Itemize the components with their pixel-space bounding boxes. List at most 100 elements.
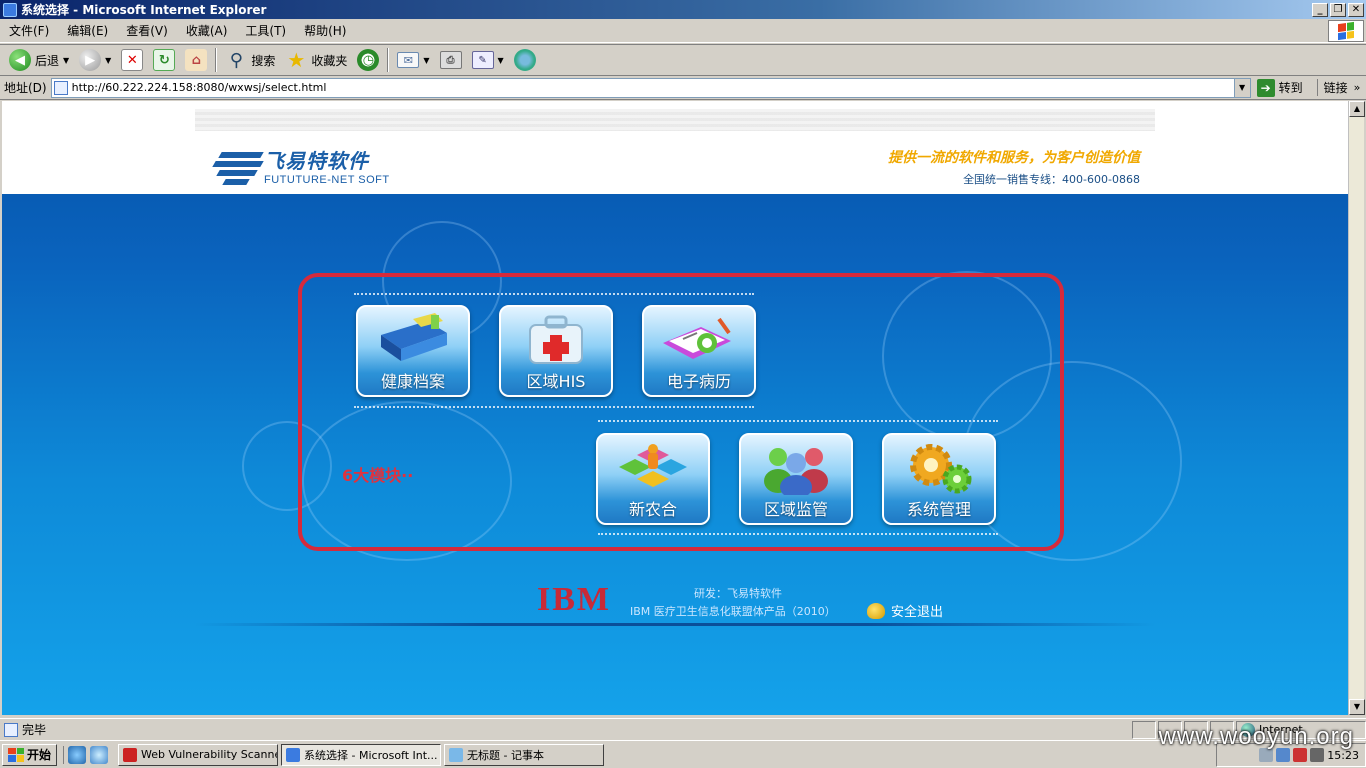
gears-icon — [910, 444, 972, 494]
search-icon: ⚲ — [229, 49, 243, 71]
home-button[interactable]: ⌂ — [180, 46, 212, 74]
home-icon: ⌂ — [185, 49, 208, 71]
close-button[interactable]: ✕ — [1348, 2, 1364, 17]
history-button[interactable]: ◷ — [352, 46, 384, 74]
ibm-logo: IBM — [537, 583, 617, 617]
site-header: 飞易特软件 FUTUTURE-NET SOFT 提供一流的软件和服务，为客户创造… — [2, 101, 1348, 194]
module-system-management[interactable]: 系统管理 — [882, 433, 996, 525]
module-label: 新农合 — [628, 500, 677, 519]
module-label: 区域监管 — [763, 500, 828, 519]
favorites-label: 收藏夹 — [311, 53, 348, 68]
dotted-divider — [354, 293, 754, 295]
favorites-button[interactable]: ★ 收藏夹 — [280, 46, 352, 74]
back-arrow-icon: ◀ — [9, 49, 31, 71]
company-slogan: 提供一流的软件和服务，为客户创造价值 — [888, 150, 1140, 166]
company-logo: 飞易特软件 FUTUTURE-NET SOFT — [210, 145, 390, 186]
chevron-down-icon[interactable]: ▼ — [423, 56, 429, 65]
logout-link[interactable]: 安全退出 — [867, 601, 943, 620]
status-text: 完毕 — [22, 723, 47, 737]
quick-launch — [63, 745, 112, 764]
logout-label: 安全退出 — [891, 605, 944, 620]
address-url[interactable]: http://60.222.224.158:8080/wxwsj/select.… — [72, 81, 327, 94]
forward-button[interactable]: ▶ ▼ — [74, 46, 116, 74]
start-button[interactable]: 开始 — [2, 743, 58, 766]
developer-credit: 研发：飞易特软件 — [694, 587, 782, 600]
menu-favorites[interactable]: 收藏(A) — [177, 22, 237, 39]
menu-help[interactable]: 帮助(H) — [295, 22, 355, 39]
windows-flag-icon — [8, 747, 24, 762]
module-label: 区域HIS — [526, 372, 586, 391]
go-label: 转到 — [1278, 81, 1303, 95]
menu-view[interactable]: 查看(V) — [117, 22, 177, 39]
back-label: 后退 — [35, 53, 60, 68]
module-emr[interactable]: 电子病历 — [642, 305, 756, 397]
start-label: 开始 — [27, 748, 52, 762]
medical-record-icon — [663, 317, 731, 359]
chevron-down-icon[interactable]: ▼ — [105, 56, 111, 65]
back-button[interactable]: ◀ 后退 ▼ — [4, 46, 74, 74]
toolbar-separator — [387, 48, 390, 72]
module-regional-supervision[interactable]: 区域监管 — [739, 433, 853, 525]
stop-icon: ✕ — [121, 49, 144, 71]
messenger-icon — [513, 49, 536, 71]
chevron-down-icon[interactable]: ▼ — [63, 56, 69, 65]
task-label: 系统选择 - Microsoft Int... — [304, 748, 438, 762]
dotted-divider — [598, 533, 998, 535]
scroll-up-icon[interactable]: ▲ — [1349, 101, 1365, 117]
scroll-down-icon[interactable]: ▼ — [1349, 699, 1365, 715]
search-button[interactable]: ⚲ 搜索 — [220, 46, 280, 74]
users-group-icon — [764, 448, 828, 495]
desktop-quicklaunch-icon[interactable] — [90, 745, 109, 764]
refresh-button[interactable]: ↻ — [148, 46, 180, 74]
address-input[interactable]: http://60.222.224.158:8080/wxwsj/select.… — [50, 77, 1251, 98]
task-label: Web Vulnerability Scanner — [141, 748, 279, 761]
toolbar-separator — [215, 48, 218, 72]
address-dropdown-icon[interactable]: ▼ — [1233, 78, 1250, 97]
scanner-icon — [123, 747, 138, 762]
chevron-down-icon[interactable]: ▼ — [498, 56, 504, 65]
print-button[interactable]: ⎙ — [435, 46, 467, 74]
minimize-button[interactable]: _ — [1312, 2, 1328, 17]
logo-english-name: FUTUTURE-NET SOFT — [264, 174, 390, 186]
star-icon: ★ — [287, 48, 306, 72]
window-titlebar: 系统选择 - Microsoft Internet Explorer _ ❐ ✕ — [0, 0, 1366, 19]
task-web-vulnerability-scanner[interactable]: Web Vulnerability Scanner — [118, 743, 279, 766]
rural-cooperative-icon — [619, 444, 687, 487]
menu-edit[interactable]: 编辑(E) — [58, 22, 117, 39]
refresh-icon: ↻ — [153, 49, 176, 71]
forward-arrow-icon: ▶ — [79, 49, 102, 71]
restore-button[interactable]: ❐ — [1330, 2, 1346, 17]
task-notepad[interactable]: 无标题 - 记事本 — [444, 743, 605, 766]
menu-tools[interactable]: 工具(T) — [236, 22, 295, 39]
product-credit: IBM 医疗卫生信息化联盟体产品（2010） — [630, 605, 836, 618]
menu-bar: 文件(F) 编辑(E) 查看(V) 收藏(A) 工具(T) 帮助(H) — [0, 19, 1366, 43]
window-title: 系统选择 - Microsoft Internet Explorer — [21, 3, 267, 17]
six-modules-annotation: 6大模块·· — [342, 466, 414, 485]
mail-icon: ✉ — [397, 52, 420, 68]
module-label: 系统管理 — [906, 500, 971, 519]
menu-file[interactable]: 文件(F) — [0, 22, 58, 39]
messenger-button[interactable] — [509, 46, 541, 74]
search-label: 搜索 — [251, 53, 276, 68]
stop-button[interactable]: ✕ — [116, 46, 148, 74]
header-strip — [195, 109, 1155, 131]
ie-icon — [286, 747, 301, 762]
page-icon — [53, 80, 68, 95]
ie-quicklaunch-icon[interactable] — [68, 745, 87, 764]
printer-icon: ⎙ — [439, 51, 462, 69]
footer-divider — [195, 623, 1155, 626]
module-regional-his[interactable]: 区域HIS — [499, 305, 613, 397]
watermark: www.wooyun.org — [1158, 723, 1354, 750]
mail-button[interactable]: ✉ ▼ — [392, 46, 434, 74]
medical-kit-icon — [529, 315, 583, 364]
dotted-divider — [598, 420, 998, 422]
edit-button[interactable]: ✎ ▼ — [467, 46, 509, 74]
module-health-records[interactable]: 健康档案 — [356, 305, 470, 397]
vertical-scrollbar[interactable]: ▲ ▼ — [1348, 101, 1365, 715]
module-new-rural-coop[interactable]: 新农合 — [596, 433, 710, 525]
task-ie-window[interactable]: 系统选择 - Microsoft Int... — [281, 743, 442, 766]
chevron-right-icon[interactable]: » — [1354, 81, 1361, 94]
links-button[interactable]: 链接 — [1316, 79, 1348, 96]
go-button[interactable]: ➔ 转到 — [1256, 78, 1303, 97]
ie-icon — [3, 2, 17, 17]
